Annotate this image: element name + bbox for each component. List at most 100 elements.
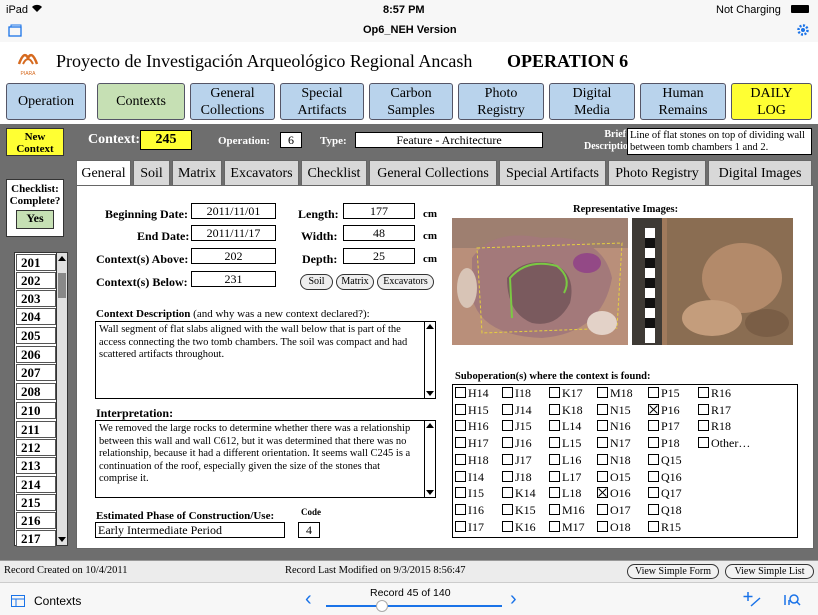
checked-box-icon[interactable] — [597, 487, 608, 499]
unchecked-box-icon[interactable] — [648, 420, 659, 432]
unchecked-box-icon[interactable] — [502, 503, 513, 515]
unchecked-box-icon[interactable] — [455, 487, 466, 499]
context-list-item[interactable]: 206 — [16, 346, 56, 363]
context-list-item[interactable]: 207 — [16, 364, 56, 381]
suboperation-checkbox[interactable]: O15 — [597, 470, 631, 484]
record-slider-knob[interactable] — [376, 600, 389, 612]
suboperation-checkbox[interactable]: P18 — [648, 437, 680, 450]
depth-field[interactable]: 25 — [343, 248, 415, 264]
previous-record-icon[interactable]: ‹ — [305, 589, 312, 609]
suboperation-checkbox[interactable]: K15 — [502, 503, 536, 517]
suboperation-checkbox[interactable]: R18 — [698, 420, 731, 433]
suboperation-checkbox[interactable]: L16 — [549, 453, 581, 467]
suboperation-checkbox[interactable]: P17 — [648, 420, 680, 433]
unchecked-box-icon[interactable] — [597, 453, 608, 465]
nav-carbon-samples-button[interactable]: Carbon Samples — [369, 83, 453, 120]
unchecked-box-icon[interactable] — [698, 437, 709, 449]
suboperation-checkbox[interactable]: N16 — [597, 420, 631, 433]
context-list-item[interactable]: 201 — [16, 254, 56, 271]
suboperation-checkbox[interactable]: R16 — [698, 387, 731, 400]
unchecked-box-icon[interactable] — [502, 437, 513, 449]
suboperation-checkbox[interactable]: O17 — [597, 503, 631, 517]
tab-soil[interactable]: Soil — [133, 160, 170, 185]
new-context-button[interactable]: New Context — [6, 128, 64, 156]
phase-field[interactable]: Early Intermediate Period — [95, 522, 285, 538]
suboperation-checkbox[interactable]: Other… — [698, 437, 750, 450]
view-simple-form-button[interactable]: View Simple Form — [627, 564, 719, 579]
layout-list-icon[interactable] — [11, 594, 25, 612]
suboperation-checkbox[interactable]: L17 — [549, 470, 581, 484]
unchecked-box-icon[interactable] — [549, 403, 560, 415]
unchecked-box-icon[interactable] — [597, 503, 608, 515]
suboperation-checkbox[interactable]: M17 — [549, 520, 585, 534]
suboperation-checkbox[interactable]: N15 — [597, 403, 631, 417]
unchecked-box-icon[interactable] — [502, 403, 513, 415]
tab-checklist[interactable]: Checklist — [301, 160, 367, 185]
nav-photo-registry-button[interactable]: Photo Registry — [458, 83, 544, 120]
length-field[interactable]: 177 — [343, 203, 415, 219]
suboperation-checkbox[interactable]: M16 — [549, 503, 585, 517]
suboperation-checkbox[interactable]: N17 — [597, 437, 631, 450]
end-date-field[interactable]: 2011/11/17 — [191, 225, 276, 241]
suboperation-checkbox[interactable]: M18 — [597, 387, 633, 400]
matrix-button[interactable]: Matrix — [336, 274, 374, 290]
nav-operation-button[interactable]: Operation — [6, 83, 86, 120]
unchecked-box-icon[interactable] — [502, 387, 513, 398]
unchecked-box-icon[interactable] — [648, 437, 659, 449]
nav-daily-log-button[interactable]: DAILY LOG — [731, 83, 812, 120]
context-list-item[interactable]: 205 — [16, 327, 56, 344]
unchecked-box-icon[interactable] — [455, 387, 466, 398]
tab-digital-images[interactable]: Digital Images — [708, 160, 812, 185]
scroll-thumb[interactable] — [58, 273, 66, 298]
context-list-item[interactable]: 202 — [16, 272, 56, 289]
suboperation-checkbox[interactable]: O16 — [597, 487, 631, 500]
unchecked-box-icon[interactable] — [502, 487, 513, 499]
context-list-item[interactable]: 214 — [16, 476, 56, 493]
suboperation-checkbox[interactable]: L15 — [549, 437, 581, 450]
scroll-down-icon[interactable] — [426, 490, 434, 495]
context-list-item[interactable]: 210 — [16, 402, 56, 419]
unchecked-box-icon[interactable] — [549, 453, 560, 465]
context-number-field[interactable]: 245 — [140, 130, 192, 150]
unchecked-box-icon[interactable] — [455, 520, 466, 532]
suboperation-checkbox[interactable]: O18 — [597, 520, 631, 534]
unchecked-box-icon[interactable] — [597, 387, 608, 398]
scroll-up-icon[interactable] — [58, 256, 66, 261]
suboperation-checkbox[interactable]: Q15 — [648, 453, 682, 467]
unchecked-box-icon[interactable] — [648, 470, 659, 482]
unchecked-box-icon[interactable] — [698, 403, 709, 415]
nav-digital-media-button[interactable]: Digital Media — [549, 83, 635, 120]
suboperation-checkbox[interactable]: N18 — [597, 453, 631, 467]
unchecked-box-icon[interactable] — [549, 503, 560, 515]
context-list-item[interactable]: 213 — [16, 457, 56, 474]
code-field[interactable]: 4 — [298, 522, 320, 538]
unchecked-box-icon[interactable] — [455, 403, 466, 415]
context-list-item[interactable]: 215 — [16, 494, 56, 511]
unchecked-box-icon[interactable] — [597, 470, 608, 482]
unchecked-box-icon[interactable] — [455, 503, 466, 515]
suboperation-checkbox[interactable]: I16 — [455, 503, 484, 517]
suboperation-checkbox[interactable]: H16 — [455, 420, 489, 433]
nav-general-collections-button[interactable]: General Collections — [190, 83, 275, 120]
excavation-photo-1[interactable] — [452, 218, 628, 345]
unchecked-box-icon[interactable] — [455, 437, 466, 449]
suboperation-checkbox[interactable]: I15 — [455, 487, 484, 500]
next-record-icon[interactable]: › — [510, 589, 517, 609]
suboperation-checkbox[interactable]: K18 — [549, 403, 583, 417]
record-slider[interactable] — [326, 600, 502, 612]
unchecked-box-icon[interactable] — [648, 520, 659, 532]
suboperation-checkbox[interactable]: P15 — [648, 387, 680, 400]
unchecked-box-icon[interactable] — [648, 387, 659, 398]
interpretation-field[interactable]: We removed the large rocks to determine … — [95, 420, 436, 498]
nav-special-artifacts-button[interactable]: Special Artifacts — [280, 83, 364, 120]
suboperation-checkbox[interactable]: I14 — [455, 470, 484, 484]
suboperation-checkbox[interactable]: R15 — [648, 520, 681, 534]
scroll-up-icon[interactable] — [426, 423, 434, 428]
suboperation-checkbox[interactable]: J18 — [502, 470, 532, 484]
unchecked-box-icon[interactable] — [549, 487, 560, 499]
unchecked-box-icon[interactable] — [549, 420, 560, 432]
soil-button[interactable]: Soil — [300, 274, 333, 290]
context-list-item[interactable]: 216 — [16, 512, 56, 529]
unchecked-box-icon[interactable] — [455, 470, 466, 482]
scroll-down-icon[interactable] — [58, 537, 66, 542]
